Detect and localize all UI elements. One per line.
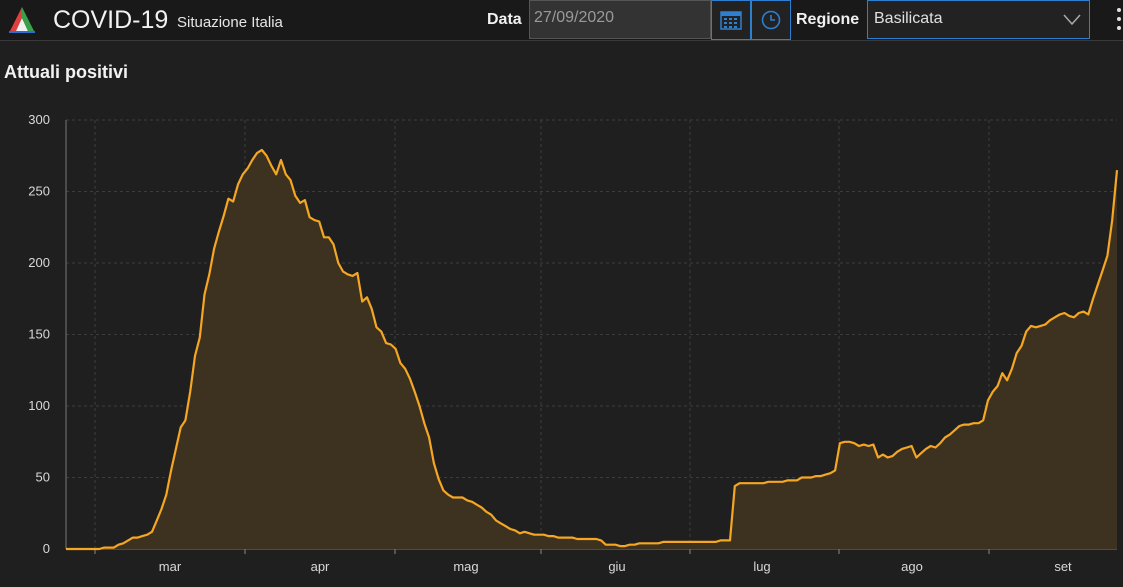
x-tick-label: mag xyxy=(453,559,478,574)
region-select[interactable]: Basilicata xyxy=(867,0,1090,39)
x-tick-label: apr xyxy=(311,559,330,574)
chart-title: Attuali positivi xyxy=(4,62,129,82)
clock-icon xyxy=(761,10,781,30)
region-label: Regione xyxy=(796,11,860,28)
y-tick-label: 250 xyxy=(28,184,50,199)
y-tick-label: 50 xyxy=(36,470,50,485)
y-tick-label: 200 xyxy=(28,255,50,270)
x-tick-label: lug xyxy=(753,559,770,574)
y-tick-label: 0 xyxy=(43,541,50,556)
date-field[interactable]: 27/09/2020 xyxy=(529,0,711,39)
series-area xyxy=(66,150,1117,549)
x-tick-label: mar xyxy=(159,559,182,574)
date-label: Data xyxy=(487,11,522,28)
area-chart: 0 50 100 150 200 250 300 mar apr mag giu lug ago set xyxy=(28,112,1119,574)
y-tick-label: 300 xyxy=(28,112,50,127)
calendar-icon xyxy=(720,11,742,30)
x-tick-label: giu xyxy=(608,559,625,574)
chevron-down-icon[interactable] xyxy=(1063,14,1081,26)
y-tick-label: 100 xyxy=(28,398,50,413)
x-tick-label: set xyxy=(1054,559,1072,574)
time-button[interactable] xyxy=(751,0,791,40)
calendar-button[interactable] xyxy=(711,0,751,40)
app-subtitle: Situazione Italia xyxy=(177,14,283,31)
app-title: COVID-19 xyxy=(53,6,169,34)
y-tick-label: 150 xyxy=(28,327,50,342)
x-tick-label: ago xyxy=(901,559,923,574)
top-bar: COVID-19 Situazione Italia Data 27/09/20… xyxy=(0,0,1123,41)
protezione-civile-logo-icon xyxy=(9,7,35,33)
more-menu-icon[interactable] xyxy=(1116,8,1123,34)
